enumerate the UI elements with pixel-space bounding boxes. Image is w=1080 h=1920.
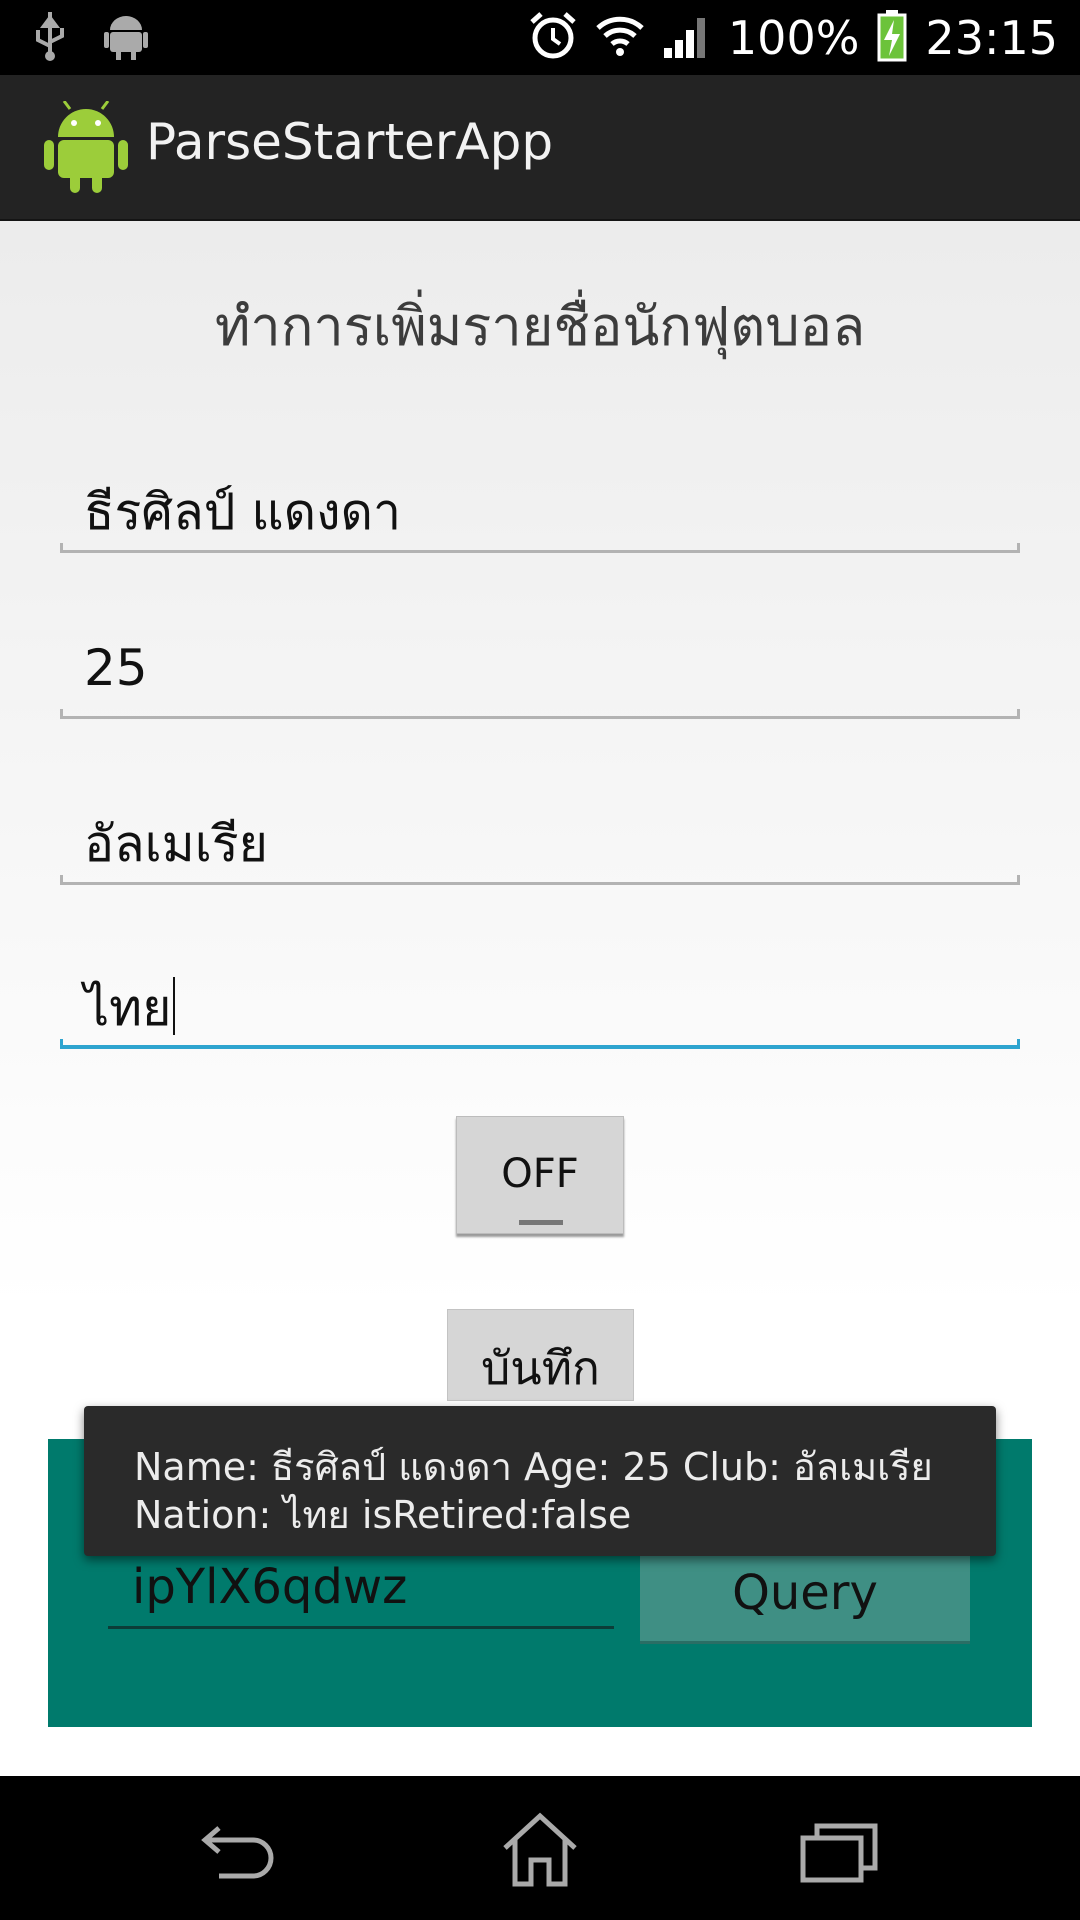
battery-charging-icon [877, 10, 907, 66]
recent-apps-icon[interactable] [795, 1810, 885, 1890]
save-button-label: บันทึก [481, 1341, 600, 1395]
action-bar: ParseStarterApp [0, 75, 1080, 221]
back-icon[interactable] [195, 1810, 285, 1890]
nation-field[interactable]: ไทย [60, 969, 1020, 1049]
retired-toggle[interactable]: OFF [456, 1116, 624, 1234]
navigation-bar [0, 1776, 1080, 1920]
name-field-underline [60, 543, 1020, 553]
object-id-value: ipYlX6qdwz [132, 1559, 408, 1615]
android-debug-icon [104, 10, 148, 64]
toast-line-2: Nation: ไทย isRetired:false [134, 1493, 632, 1537]
toast-message: Name: ธีรศิลป์ แดงดา Age: 25 Club: อัลเม… [84, 1406, 996, 1556]
signal-icon [662, 14, 710, 62]
club-field[interactable]: อัลเมเรีย [60, 805, 1020, 885]
alarm-icon [528, 10, 578, 66]
home-icon[interactable] [495, 1810, 585, 1890]
nation-value: ไทย [84, 979, 172, 1037]
club-field-underline [60, 875, 1020, 885]
battery-percent: 100% [727, 11, 860, 65]
age-field-underline [60, 709, 1020, 719]
object-id-underline [108, 1626, 614, 1629]
object-id-input[interactable]: ipYlX6qdwz [108, 1549, 614, 1629]
save-button[interactable]: บันทึก [447, 1309, 634, 1401]
clock: 23:15 [925, 11, 1058, 65]
name-field[interactable]: ธีรศิลป์ แดงดา [60, 473, 1020, 553]
query-button[interactable]: Query [640, 1543, 970, 1644]
query-button-label: Query [732, 1565, 878, 1621]
nation-value-wrap: ไทย [84, 969, 176, 1048]
status-bar: 100% 23:15 [0, 0, 1080, 75]
usb-icon [30, 8, 70, 66]
toggle-indicator [519, 1220, 563, 1225]
text-cursor [173, 977, 176, 1035]
wifi-icon [596, 14, 644, 62]
retired-toggle-label: OFF [501, 1151, 579, 1197]
app-title: ParseStarterApp [146, 113, 554, 171]
page-title: ทำการเพิ่มรายชื่อนักฟุตบอล [214, 295, 866, 358]
age-value: 25 [84, 639, 148, 697]
android-app-icon[interactable] [44, 100, 128, 193]
nation-field-underline [60, 1039, 1020, 1049]
name-value: ธีรศิลป์ แดงดา [84, 483, 402, 541]
age-field[interactable]: 25 [60, 639, 1020, 719]
club-value: อัลเมเรีย [84, 815, 268, 873]
